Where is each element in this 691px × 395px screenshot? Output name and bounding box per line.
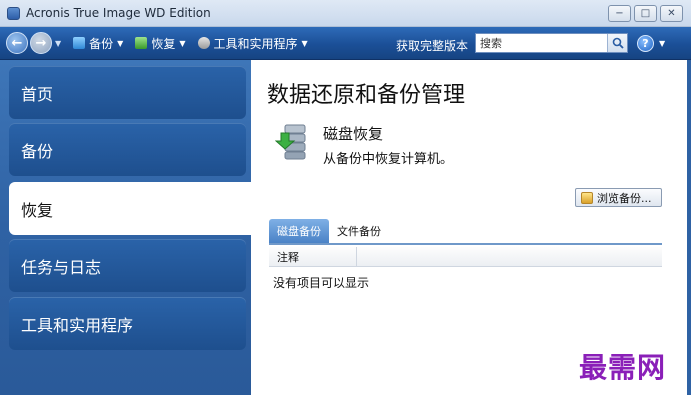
app-icon [7, 6, 20, 20]
chevron-down-icon: ▼ [301, 38, 308, 48]
window-controls: − □ ✕ [608, 5, 683, 22]
sidebar-item-home[interactable]: 首页 [9, 66, 246, 119]
toolbar-tools-label: 工具和实用程序 [213, 36, 298, 51]
folder-search-icon [581, 191, 593, 204]
sidebar-item-label: 工具和实用程序 [21, 315, 134, 335]
forward-button[interactable]: → [30, 32, 52, 54]
watermark: 最需网 [579, 351, 667, 384]
close-icon: ✕ [667, 7, 676, 19]
chevron-down-icon: ▼ [179, 38, 186, 48]
tab-file-backups[interactable]: 文件备份 [329, 219, 389, 243]
sidebar-item-backup[interactable]: 备份 [9, 123, 246, 176]
browse-backups-label: 浏览备份... [597, 191, 652, 205]
sidebar: 首页 备份 恢复 任务与日志 工具和实用程序 [0, 60, 251, 395]
maximize-icon: □ [640, 7, 651, 19]
minimize-button[interactable]: − [608, 5, 631, 22]
tools-icon [197, 37, 210, 49]
main-panel: 数据还原和备份管理 磁盘恢复 从备份中恢复计算机。 浏览备份... 磁盘备份 文… [251, 60, 691, 395]
back-button[interactable]: ← [6, 32, 28, 54]
feature-description: 从备份中恢复计算机。 [323, 152, 454, 167]
search-icon [612, 37, 624, 49]
sidebar-item-label: 备份 [21, 141, 54, 161]
chevron-down-icon: ▼ [117, 38, 124, 48]
search-input[interactable] [480, 35, 606, 51]
minimize-icon: − [615, 7, 624, 19]
column-header-notes[interactable]: 注释 [269, 247, 357, 267]
maximize-button[interactable]: □ [634, 5, 657, 22]
sidebar-item-label: 首页 [21, 84, 54, 104]
window-right-border [687, 60, 691, 395]
tab-disk-backups[interactable]: 磁盘备份 [269, 219, 329, 243]
tab-label: 磁盘备份 [277, 225, 321, 238]
toolbar-restore-label: 恢复 [151, 36, 176, 51]
title-bar: Acronis True Image WD Edition − □ ✕ [0, 0, 691, 27]
column-header-label: 注释 [277, 251, 299, 264]
sidebar-item-tools[interactable]: 工具和实用程序 [9, 297, 246, 350]
search-box [475, 33, 628, 53]
toolbar-tools-menu[interactable]: 工具和实用程序 ▼ [197, 35, 308, 52]
browse-backups-button[interactable]: 浏览备份... [575, 188, 662, 207]
empty-list-message: 没有项目可以显示 [273, 276, 370, 290]
toolbar: ← → ▼ 备份 ▼ 恢复 ▼ 工具和实用程序 ▼ 获取完整版本 ? ▼ [0, 27, 691, 60]
arrow-left-icon: ← [11, 35, 23, 51]
column-header-empty [357, 247, 365, 267]
table-header: 注释 [269, 247, 662, 267]
backup-type-tabs: 磁盘备份 文件备份 [269, 218, 662, 245]
feature-title[interactable]: 磁盘恢复 [323, 123, 383, 144]
search-button[interactable] [607, 34, 627, 52]
help-dropdown-icon[interactable]: ▼ [659, 39, 665, 48]
tab-label: 文件备份 [337, 225, 381, 238]
page-title: 数据还原和备份管理 [267, 83, 466, 108]
toolbar-backup-menu[interactable]: 备份 ▼ [73, 35, 123, 52]
get-full-version-link[interactable]: 获取完整版本 [396, 37, 468, 54]
backup-icon [73, 37, 86, 49]
disk-restore-icon [275, 124, 306, 160]
toolbar-restore-menu[interactable]: 恢复 ▼ [135, 35, 186, 52]
help-icon: ? [642, 37, 649, 50]
history-dropdown-icon[interactable]: ▼ [55, 39, 61, 48]
sidebar-item-restore[interactable]: 恢复 [9, 182, 251, 235]
restore-icon [135, 37, 148, 49]
arrow-right-icon: → [35, 35, 47, 51]
help-button[interactable]: ? [637, 35, 654, 52]
sidebar-item-label: 恢复 [21, 200, 54, 220]
sidebar-item-label: 任务与日志 [21, 257, 102, 277]
close-button[interactable]: ✕ [660, 5, 683, 22]
window-title: Acronis True Image WD Edition [26, 6, 211, 20]
toolbar-backup-label: 备份 [89, 36, 114, 51]
sidebar-item-tasks-logs[interactable]: 任务与日志 [9, 239, 246, 292]
